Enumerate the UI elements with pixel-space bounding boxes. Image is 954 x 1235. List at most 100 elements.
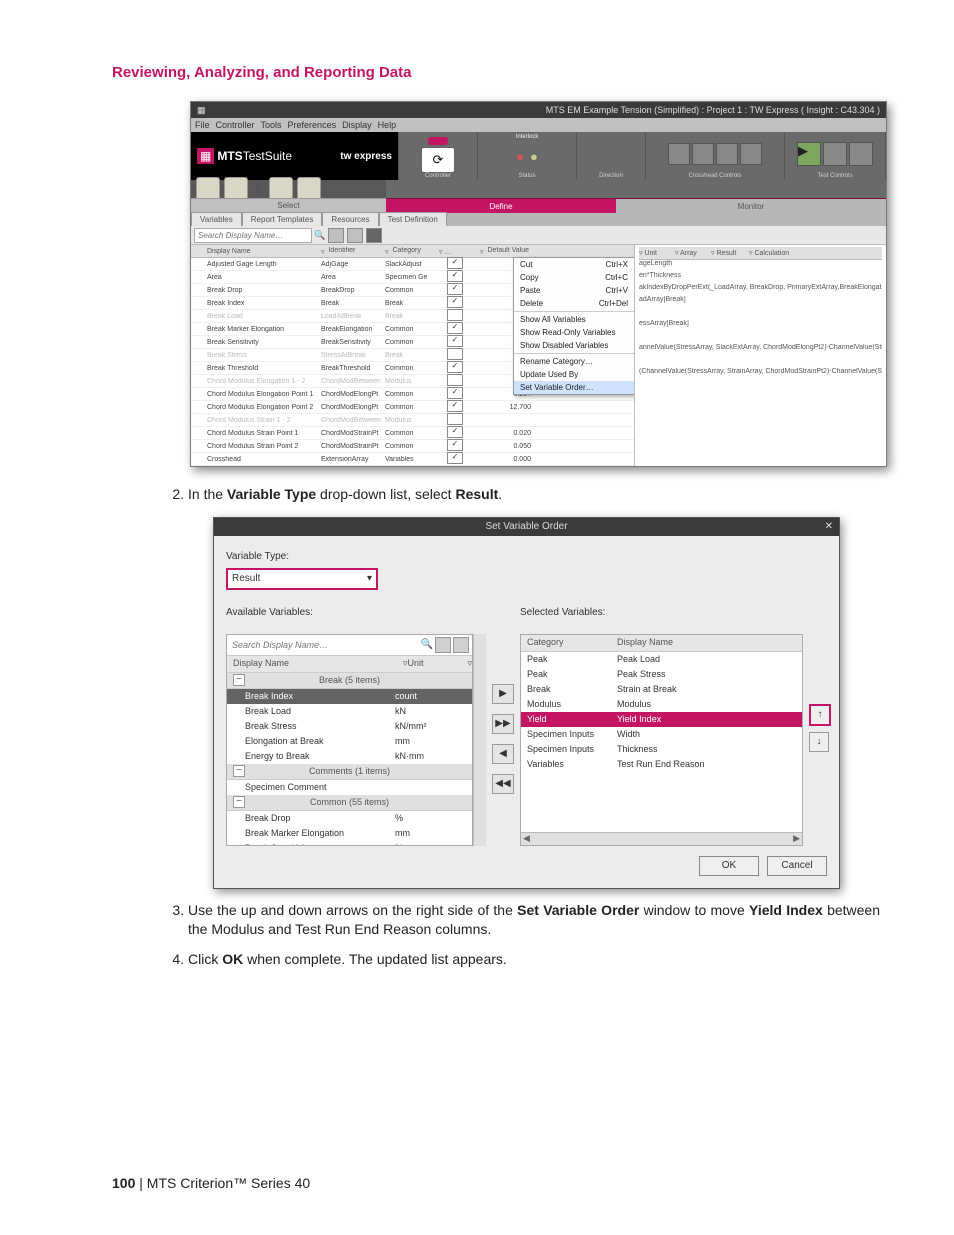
crosshead-btn-3[interactable] xyxy=(716,143,738,165)
list-item[interactable]: BreakStrain at Break xyxy=(521,682,802,697)
list-item[interactable]: Specimen InputsWidth xyxy=(521,727,802,742)
tab-report-templates[interactable]: Report Templates xyxy=(242,212,323,226)
variable-type-dropdown[interactable]: Result▾ xyxy=(226,568,378,590)
menu-file[interactable]: File xyxy=(195,120,210,130)
brand-area: ▦ MTS TestSuite tw express xyxy=(191,132,399,180)
col-identifier[interactable]: ▿ Identifier xyxy=(319,247,383,256)
transfer-buttons: ▶ ▶▶ ◀ ◀◀ xyxy=(492,634,514,846)
run-icon[interactable]: ▶ xyxy=(797,142,821,166)
available-filter-2[interactable] xyxy=(453,637,469,653)
list-item[interactable]: Energy to BreakkN·mm xyxy=(227,749,472,764)
context-menu: CutCtrl+X CopyCtrl+C PasteCtrl+V DeleteC… xyxy=(513,257,635,395)
group-common[interactable]: Common (55 items) xyxy=(227,795,472,811)
bar-monitor[interactable]: Monitor xyxy=(616,198,886,213)
list-item[interactable]: VariablesTest Run End Reason xyxy=(521,757,802,772)
menu-tools[interactable]: Tools xyxy=(261,120,282,130)
menu-preferences[interactable]: Preferences xyxy=(288,120,337,130)
cell-status: Status xyxy=(482,173,572,179)
pause-icon[interactable] xyxy=(823,142,847,166)
section-heading: Reviewing, Analyzing, and Reporting Data xyxy=(112,64,954,81)
refresh-icon[interactable]: ⟳ xyxy=(421,147,455,173)
ctx-paste[interactable]: PasteCtrl+V xyxy=(514,284,634,297)
subtabs: Variables Report Templates Resources Tes… xyxy=(191,212,886,226)
cancel-button[interactable]: Cancel xyxy=(767,856,827,876)
list-item[interactable]: Elongation at Breakmm xyxy=(227,734,472,749)
filter-btn-3[interactable] xyxy=(366,228,382,243)
menubar[interactable]: File Controller Tools Preferences Displa… xyxy=(191,118,886,132)
available-scrollbar[interactable] xyxy=(473,634,486,846)
selected-h-scrollbar[interactable]: ◀▶ xyxy=(521,832,802,845)
product-sub: tw express xyxy=(340,151,392,162)
ctx-show-all[interactable]: Show All Variables xyxy=(514,313,634,326)
move-all-right-button[interactable]: ▶▶ xyxy=(492,714,514,734)
group-break[interactable]: Break (5 items) xyxy=(227,673,472,689)
ctx-copy[interactable]: CopyCtrl+C xyxy=(514,271,634,284)
search-input[interactable] xyxy=(194,228,312,243)
menu-controller[interactable]: Controller xyxy=(216,120,255,130)
available-variables-pane: 🔍 Display Name ▿ Unit ▿ xyxy=(226,634,473,846)
menu-help[interactable]: Help xyxy=(378,120,397,130)
bar-select[interactable]: Select xyxy=(191,198,386,212)
list-item[interactable]: Break Indexcount xyxy=(227,689,472,704)
bar-define[interactable]: Define xyxy=(386,198,616,213)
col-display-name[interactable]: Display Name xyxy=(205,248,319,255)
filter-btn-1[interactable] xyxy=(328,228,344,243)
selected-label: Selected Variables: xyxy=(520,606,803,620)
ribbon: ▦ MTS TestSuite tw express ⟳ Controller … xyxy=(191,132,886,180)
crosshead-btn-4[interactable] xyxy=(740,143,762,165)
avail-col-unit[interactable]: Unit xyxy=(407,657,467,670)
list-item[interactable]: PeakPeak Load xyxy=(521,652,802,667)
move-up-button[interactable]: ↑ xyxy=(809,704,831,726)
ctx-show-readonly[interactable]: Show Read-Only Variables xyxy=(514,326,634,339)
step-2: In the Variable Type drop-down list, sel… xyxy=(188,485,880,889)
group-comments[interactable]: Comments (1 items) xyxy=(227,764,472,780)
close-icon[interactable]: ✕ xyxy=(825,520,833,534)
list-item[interactable]: Break Drop% xyxy=(227,811,472,826)
available-search-input[interactable] xyxy=(230,639,421,651)
cell-crosshead: Crosshead Controls xyxy=(650,173,780,179)
move-left-button[interactable]: ◀ xyxy=(492,744,514,764)
col-category[interactable]: ▿ Category xyxy=(383,247,437,256)
col-enabled[interactable]: ▿ Enabled xyxy=(437,247,473,256)
crosshead-btn-2[interactable] xyxy=(692,143,714,165)
list-item[interactable]: Break Sensitivity% xyxy=(227,841,472,846)
tab-variables[interactable]: Variables xyxy=(191,212,242,226)
ctx-show-disabled[interactable]: Show Disabled Variables xyxy=(514,339,634,352)
ctx-delete[interactable]: DeleteCtrl+Del xyxy=(514,297,634,310)
move-all-left-button[interactable]: ◀◀ xyxy=(492,774,514,794)
available-filter-1[interactable] xyxy=(435,637,451,653)
tab-resources[interactable]: Resources xyxy=(322,212,378,226)
page-footer: 100 | MTS Criterion™ Series 40 xyxy=(112,1175,310,1191)
ctx-update-used-by[interactable]: Update Used By xyxy=(514,368,634,381)
list-item[interactable]: ModulusModulus xyxy=(521,697,802,712)
move-right-button[interactable]: ▶ xyxy=(492,684,514,704)
sel-col-display-name[interactable]: Display Name xyxy=(617,636,802,649)
ctx-cut[interactable]: CutCtrl+X xyxy=(514,258,634,271)
cell-direction: Direction xyxy=(581,173,641,179)
ctx-set-variable-order[interactable]: Set Variable Order… xyxy=(514,381,634,394)
list-item[interactable]: Break LoadkN xyxy=(227,704,472,719)
menu-display[interactable]: Display xyxy=(342,120,372,130)
ok-button[interactable]: OK xyxy=(699,856,759,876)
list-item[interactable]: Break Marker Elongationmm xyxy=(227,826,472,841)
crosshead-btn-1[interactable] xyxy=(668,143,690,165)
search-icon[interactable]: 🔍 xyxy=(421,638,433,652)
filter-btn-2[interactable] xyxy=(347,228,363,243)
order-arrows: ↑ ↓ xyxy=(809,634,827,846)
list-item[interactable]: Specimen InputsThickness xyxy=(521,742,802,757)
avail-col-display-name[interactable]: Display Name xyxy=(227,657,383,670)
ctx-rename-category[interactable]: Rename Category… xyxy=(514,355,634,368)
search-bar: 🔍 xyxy=(191,226,886,245)
col-default-value[interactable]: ▿ Default Value xyxy=(473,247,533,256)
tab-test-definition[interactable]: Test Definition xyxy=(379,212,447,226)
move-down-button[interactable]: ↓ xyxy=(809,732,829,752)
variables-grid: Display Name ▿ Identifier ▿ Category ▿ E… xyxy=(191,245,886,466)
list-item[interactable]: Break StresskN/mm² xyxy=(227,719,472,734)
stop-icon[interactable] xyxy=(849,142,873,166)
cell-controller: Controller xyxy=(403,173,473,179)
sel-col-category[interactable]: Category xyxy=(521,636,617,649)
list-item[interactable]: Specimen Comment xyxy=(227,780,472,795)
list-item[interactable]: YieldYield Index xyxy=(521,712,802,727)
search-icon[interactable]: 🔍 xyxy=(314,230,325,241)
list-item[interactable]: PeakPeak Stress xyxy=(521,667,802,682)
